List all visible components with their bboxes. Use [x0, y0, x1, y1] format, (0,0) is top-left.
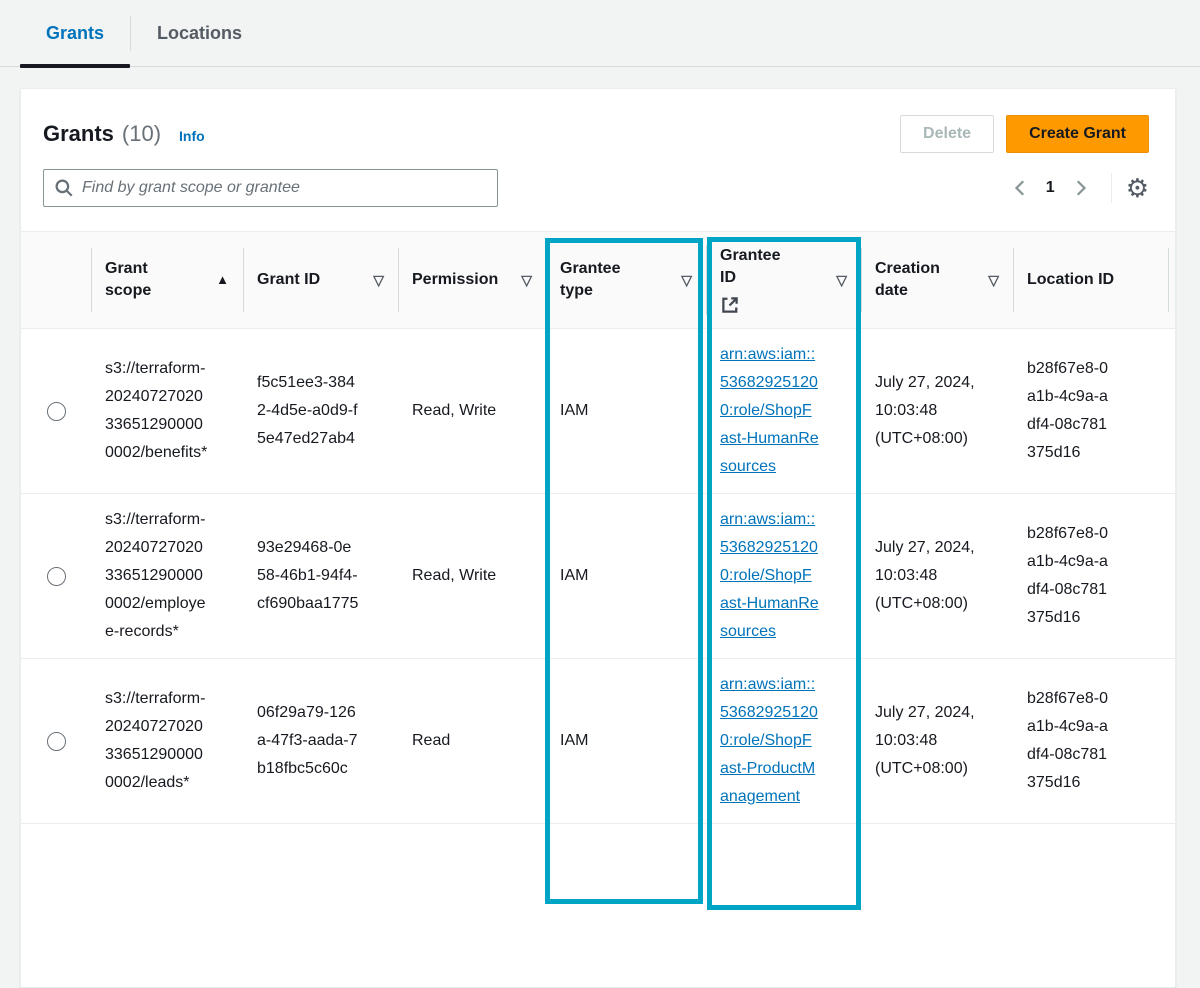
- table-row: s3://terraform-2024072702033651290000000…: [21, 494, 1175, 659]
- table-row: s3://terraform-2024072702033651290000000…: [21, 329, 1175, 494]
- search-input[interactable]: [82, 179, 487, 197]
- header-select-column: [21, 235, 91, 325]
- info-link[interactable]: Info: [179, 128, 205, 144]
- header-creation-date-label: Creation date: [875, 258, 940, 302]
- cell-location-id: b28f67e8-0a1b-4c9a-adf4-08c781375d16: [1013, 343, 1168, 479]
- cell-grantee-type: IAM: [546, 550, 706, 602]
- table-toolbar: 1 ⚙: [21, 153, 1175, 207]
- sort-icon: ▽: [836, 269, 847, 291]
- settings-gear-icon[interactable]: ⚙: [1126, 175, 1149, 201]
- pagination: 1 ⚙: [1008, 173, 1149, 203]
- grantee-id-link[interactable]: arn:aws:iam::536829251200:role/ShopFast-…: [720, 671, 820, 811]
- chevron-left-icon: [1012, 179, 1030, 197]
- header-permission[interactable]: Permission ▽: [398, 235, 546, 325]
- cell-permission: Read: [398, 715, 546, 767]
- tab-grants-label: Grants: [46, 23, 104, 44]
- grants-count: (10): [122, 121, 161, 147]
- sort-ascending-icon: ▲: [216, 269, 229, 291]
- cell-grant-scope: s3://terraform-2024072702033651290000000…: [91, 673, 243, 809]
- cell-grantee-type: IAM: [546, 715, 706, 767]
- header-grantee-type[interactable]: Grantee type ▽: [546, 235, 706, 325]
- delete-button[interactable]: Delete: [900, 115, 994, 153]
- row-radio[interactable]: [47, 567, 66, 586]
- table-header-row: Grant scope ▲ Grant ID ▽ Permission ▽ Gr…: [21, 231, 1175, 329]
- header-grantee-type-label: Grantee type: [560, 258, 620, 302]
- header-grant-scope[interactable]: Grant scope ▲: [91, 235, 243, 325]
- search-box[interactable]: [43, 169, 498, 207]
- sort-icon: ▽: [681, 269, 692, 291]
- cell-location-id: b28f67e8-0a1b-4c9a-adf4-08c781375d16: [1013, 508, 1168, 644]
- row-radio[interactable]: [47, 732, 66, 751]
- cell-grant-id: f5c51ee3-3842-4d5e-a0d9-f5e47ed27ab4: [243, 357, 398, 465]
- cell-grant-scope: s3://terraform-2024072702033651290000000…: [91, 494, 243, 658]
- chevron-right-icon: [1071, 179, 1089, 197]
- cell-grantee-id: arn:aws:iam::536829251200:role/ShopFast-…: [706, 659, 861, 823]
- header-location-id[interactable]: Location ID: [1013, 235, 1168, 325]
- cell-permission: Read, Write: [398, 385, 546, 437]
- pager-divider: [1111, 173, 1112, 203]
- page-title: Grants: [43, 121, 114, 147]
- header-grant-id[interactable]: Grant ID ▽: [243, 235, 398, 325]
- cell-creation-date: July 27, 2024, 10:03:48 (UTC+08:00): [861, 522, 1013, 630]
- table-row: s3://terraform-2024072702033651290000000…: [21, 659, 1175, 824]
- tab-bar: Grants Locations: [0, 0, 1200, 67]
- grants-panel: Grants (10) Info Delete Create Grant 1: [20, 88, 1176, 988]
- header-grantee-id[interactable]: Grantee ID ▽: [706, 232, 861, 328]
- panel-header: Grants (10) Info Delete Create Grant: [21, 89, 1175, 153]
- prev-page-button[interactable]: [1008, 175, 1034, 201]
- grantee-id-link[interactable]: arn:aws:iam::536829251200:role/ShopFast-…: [720, 506, 820, 646]
- cell-permission: Read, Write: [398, 550, 546, 602]
- header-grantee-id-label: Grantee ID: [720, 247, 780, 286]
- cell-grant-id: 93e29468-0e58-46b1-94f4-cf690baa1775: [243, 522, 398, 630]
- header-creation-date[interactable]: Creation date ▽: [861, 235, 1013, 325]
- cell-grantee-id: arn:aws:iam::536829251200:role/ShopFast-…: [706, 329, 861, 493]
- cell-grant-scope: s3://terraform-2024072702033651290000000…: [91, 343, 243, 479]
- current-page[interactable]: 1: [1046, 179, 1055, 197]
- sort-icon: ▽: [521, 269, 532, 291]
- row-radio[interactable]: [47, 402, 66, 421]
- tab-grants[interactable]: Grants: [20, 0, 130, 67]
- grants-table: Grant scope ▲ Grant ID ▽ Permission ▽ Gr…: [21, 231, 1175, 824]
- cell-grantee-id: arn:aws:iam::536829251200:role/ShopFast-…: [706, 494, 861, 658]
- cell-creation-date: July 27, 2024, 10:03:48 (UTC+08:00): [861, 687, 1013, 795]
- header-location-id-label: Location ID: [1027, 269, 1114, 291]
- header-permission-label: Permission: [412, 269, 498, 291]
- sort-icon: ▽: [988, 269, 999, 291]
- next-page-button[interactable]: [1067, 175, 1093, 201]
- cell-location-id: b28f67e8-0a1b-4c9a-adf4-08c781375d16: [1013, 673, 1168, 809]
- create-grant-button[interactable]: Create Grant: [1006, 115, 1149, 153]
- tab-locations-label: Locations: [157, 23, 242, 44]
- grantee-id-link[interactable]: arn:aws:iam::536829251200:role/ShopFast-…: [720, 341, 820, 481]
- cell-grant-id: 06f29a79-126a-47f3-aada-7b18fbc5c60c: [243, 687, 398, 795]
- search-icon: [54, 178, 74, 198]
- tab-locations[interactable]: Locations: [131, 0, 268, 67]
- sort-icon: ▽: [373, 269, 384, 291]
- external-link-icon: [720, 295, 740, 315]
- header-grant-id-label: Grant ID: [257, 269, 320, 291]
- header-stub-column: [1168, 235, 1196, 325]
- header-grant-scope-label: Grant scope: [105, 258, 151, 302]
- cell-grantee-type: IAM: [546, 385, 706, 437]
- cell-creation-date: July 27, 2024, 10:03:48 (UTC+08:00): [861, 357, 1013, 465]
